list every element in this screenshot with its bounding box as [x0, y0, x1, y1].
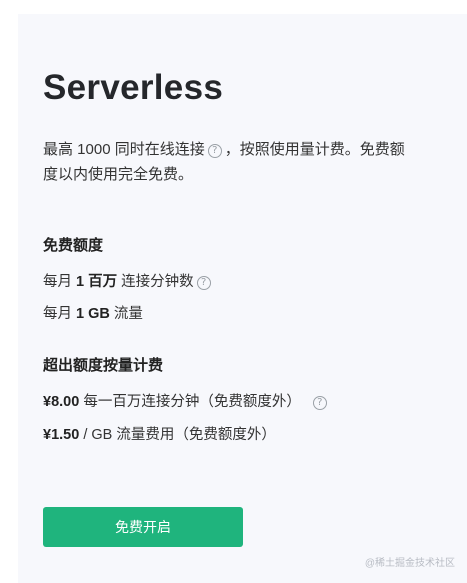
free-quota-row1-prefix: 每月	[43, 274, 77, 290]
help-icon[interactable]: ?	[207, 144, 222, 158]
free-quota-row2-value: 1 GB	[76, 306, 110, 322]
overage-traffic-price: ¥1.50 / GB 流量费用（免费额度外）	[43, 423, 276, 444]
plan-description-line1-b: ，按照使用量计费。免费额	[224, 141, 405, 158]
free-quota-connection-minutes: 每月 1 百万 连接分钟数?	[43, 270, 214, 291]
overage-row2-text: / GB 流量费用（免费额度外）	[79, 427, 276, 443]
plan-description-line2: 度以内使用完全免费。	[43, 166, 194, 183]
help-icon[interactable]: ?	[312, 396, 327, 410]
free-quota-row1-value: 1 百万	[76, 274, 118, 290]
watermark: @稀土掘金技术社区	[364, 558, 455, 569]
plan-description-line1-a: 最高 1000 同时在线连接	[43, 141, 205, 158]
free-quota-row2-suffix: 流量	[109, 306, 143, 322]
overage-title: 超出额度按量计费	[43, 357, 164, 374]
pricing-card: Serverless 最高 1000 同时在线连接? ，按照使用量计费。免费额 度…	[18, 14, 467, 583]
help-icon[interactable]: ?	[196, 276, 211, 290]
overage-row1-price: ¥8.00	[43, 394, 80, 410]
overage-connection-price: ¥8.00 每一百万连接分钟（免费额度外）?	[43, 390, 330, 411]
plan-description: 最高 1000 同时在线连接? ，按照使用量计费。免费额 度以内使用完全免费。	[43, 137, 438, 187]
overage-row2-price: ¥1.50	[43, 427, 80, 443]
free-quota-traffic: 每月 1 GB 流量	[43, 302, 143, 323]
plan-title: Serverless	[43, 68, 224, 107]
enable-free-button[interactable]: 免费开启	[43, 507, 243, 547]
overage-row1-text: 每一百万连接分钟（免费额度外）	[79, 394, 301, 410]
free-quota-row1-suffix: 连接分钟数	[117, 274, 194, 290]
free-quota-row2-prefix: 每月	[43, 306, 77, 322]
free-quota-title: 免费额度	[43, 237, 104, 254]
